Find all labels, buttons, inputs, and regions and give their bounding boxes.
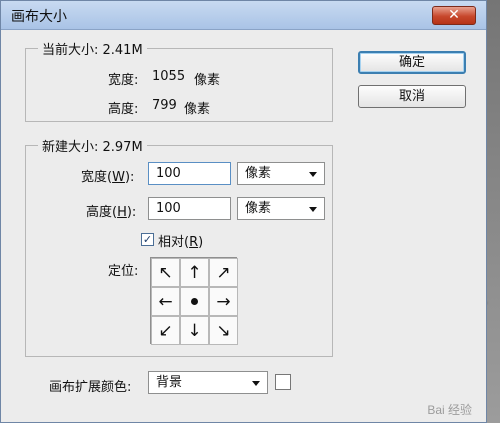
extension-color-swatch[interactable] — [275, 374, 291, 390]
window-title: 画布大小 — [11, 9, 67, 25]
new-height-input[interactable]: 100 — [148, 197, 231, 220]
current-height-label: 高度: — [108, 102, 139, 117]
new-height-label-text: 高度( — [86, 205, 118, 220]
ok-button[interactable]: 确定 — [358, 51, 466, 74]
close-button[interactable]: ✕ — [432, 6, 476, 25]
arrow-up-right-icon: ↗ — [216, 262, 231, 283]
arrow-up-icon: ↑ — [187, 262, 202, 283]
new-height-unit-value: 像素 — [245, 201, 272, 216]
anchor-center[interactable] — [180, 287, 209, 316]
arrow-down-icon: ↓ — [187, 320, 202, 341]
arrow-down-right-icon: ↘ — [216, 320, 231, 341]
arrow-down-left-icon: ↙ — [158, 320, 173, 341]
current-height-unit: 像素 — [184, 102, 211, 117]
new-width-unit-select[interactable]: 像素 — [237, 162, 325, 185]
current-size-legend: 当前大小: 2.41M — [38, 39, 147, 58]
anchor-bottom-right[interactable]: ↘ — [209, 316, 238, 345]
relative-label-suffix: ) — [198, 235, 204, 250]
background-window-strip — [487, 0, 500, 423]
current-width-unit: 像素 — [194, 73, 221, 88]
new-width-unit-value: 像素 — [245, 166, 272, 181]
chevron-down-icon — [309, 207, 317, 212]
current-height-value: 799 — [152, 98, 177, 113]
new-height-unit-select[interactable]: 像素 — [237, 197, 325, 220]
cancel-button[interactable]: 取消 — [358, 85, 466, 108]
extension-color-select[interactable]: 背景 — [148, 371, 268, 394]
arrow-up-left-icon: ↖ — [158, 262, 173, 283]
anchor-top-right[interactable]: ↗ — [209, 258, 238, 287]
current-width-label: 宽度: — [108, 73, 139, 88]
anchor-left[interactable]: ← — [151, 287, 180, 316]
anchor-right[interactable]: → — [209, 287, 238, 316]
new-width-label-key: W — [112, 170, 125, 185]
anchor-bottom-left[interactable]: ↙ — [151, 316, 180, 345]
close-icon: ✕ — [448, 7, 460, 23]
current-width-value: 1055 — [152, 69, 186, 84]
center-dot-icon — [191, 298, 198, 305]
anchor-top-left[interactable]: ↖ — [151, 258, 180, 287]
chevron-down-icon — [309, 172, 317, 177]
anchor-top[interactable]: ↑ — [180, 258, 209, 287]
relative-label[interactable]: 相对(R) — [158, 231, 203, 250]
anchor-label: 定位: — [108, 264, 139, 279]
extension-color-label: 画布扩展颜色: — [49, 380, 132, 395]
new-width-input[interactable]: 100 — [148, 162, 231, 185]
new-height-label-suffix: ): — [126, 205, 137, 220]
relative-checkbox[interactable]: ✓ — [141, 233, 154, 246]
new-size-legend: 新建大小: 2.97M — [38, 136, 147, 155]
title-bar[interactable]: 画布大小 ✕ — [1, 1, 486, 30]
current-size-group: 当前大小: 2.41M — [25, 39, 333, 122]
arrow-right-icon: → — [216, 291, 231, 312]
chevron-down-icon — [252, 381, 260, 386]
extension-color-value: 背景 — [156, 375, 183, 390]
canvas-size-dialog: 画布大小 ✕ 当前大小: 2.41M 宽度: 1055 像素 高度: 799 像… — [0, 0, 487, 423]
new-width-label-suffix: ): — [124, 170, 135, 185]
anchor-bottom[interactable]: ↓ — [180, 316, 209, 345]
relative-label-text: 相对( — [158, 235, 190, 250]
new-height-label: 高度(H): — [86, 201, 136, 220]
new-height-label-key: H — [117, 205, 127, 220]
new-width-label: 宽度(W): — [81, 166, 134, 185]
relative-label-key: R — [189, 235, 199, 250]
watermark: Bai 经验 — [427, 403, 472, 417]
new-width-label-text: 宽度( — [81, 170, 113, 185]
anchor-grid: ↖ ↑ ↗ ← → ↙ ↓ ↘ — [150, 257, 238, 345]
arrow-left-icon: ← — [158, 291, 173, 312]
